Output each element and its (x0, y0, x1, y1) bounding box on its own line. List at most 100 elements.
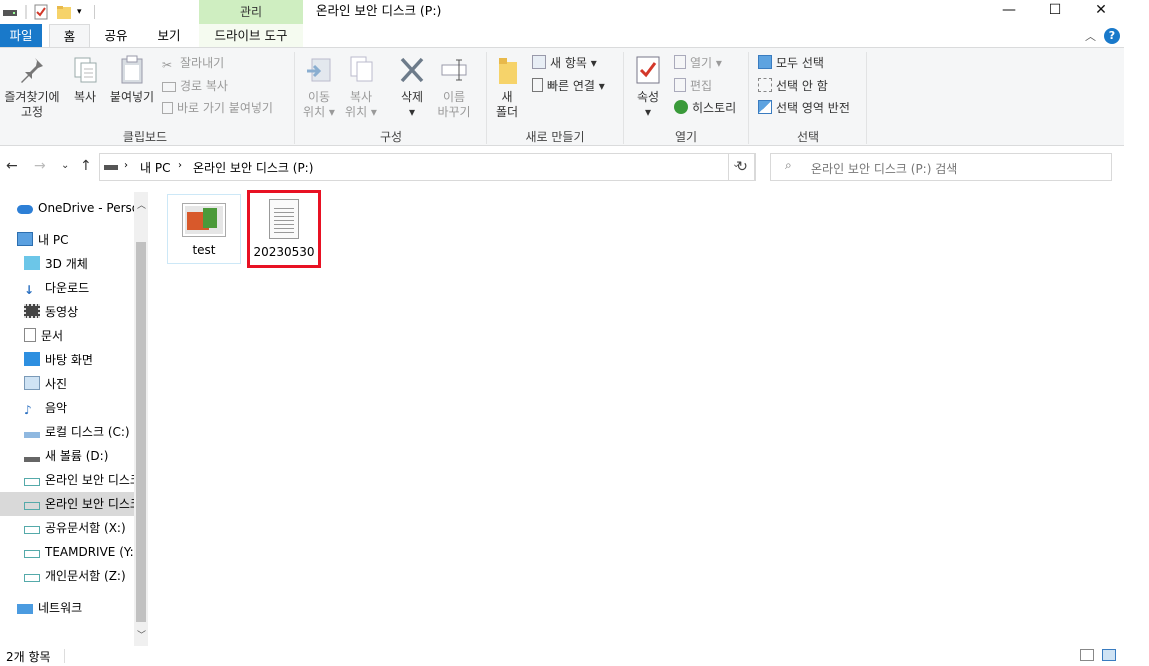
search-box[interactable]: ⌕ 온라인 보안 디스크 (P:) 검색 (770, 153, 1112, 181)
history-button[interactable]: 히스토리 (674, 98, 736, 118)
scroll-thumb[interactable] (136, 242, 146, 622)
new-folder-quick-icon[interactable] (56, 3, 72, 21)
new-folder-label-1: 새 (501, 90, 513, 104)
select-none-button[interactable]: 선택 안 함 (758, 76, 828, 96)
nav-item-personal-z[interactable]: 개인문서함 (Z:) (24, 564, 134, 588)
tab-home[interactable]: 홈 (49, 24, 90, 47)
ribbon-separator (866, 52, 867, 144)
nav-item-videos[interactable]: 동영상 (24, 300, 134, 324)
open-button[interactable]: 열기 ▾ (674, 53, 722, 73)
tab-drive-tools[interactable]: 드라이브 도구 (199, 24, 303, 47)
cloud-icon (17, 205, 33, 214)
scroll-up-icon[interactable]: ︿ (137, 198, 146, 211)
nav-label: 온라인 보안 디스크 (P:) (45, 497, 134, 511)
new-folder-icon (499, 58, 517, 84)
breadcrumb-chevron-icon: › (124, 160, 128, 171)
nav-item-network[interactable]: 네트워크 (17, 596, 134, 620)
edit-button[interactable]: 편집 (674, 76, 712, 96)
desktop-icon (24, 352, 40, 366)
nav-item-local-disk-c[interactable]: 로컬 디스크 (C:) (24, 420, 134, 444)
scissors-icon: ✂ (162, 58, 173, 72)
tab-view[interactable]: 보기 (148, 24, 190, 47)
computer-icon (17, 232, 33, 246)
help-icon[interactable]: ? (1104, 28, 1120, 44)
network-icon (17, 604, 33, 614)
open-label: 열기 ▾ (690, 56, 722, 70)
network-drive-icon (24, 526, 40, 534)
properties-arrow: ▾ (644, 105, 652, 119)
pin-label-2: 고정 (20, 105, 44, 119)
nav-item-3d-objects[interactable]: 3D 개체 (24, 252, 134, 276)
copy-to-button[interactable]: 복사 위치 ▾ (342, 54, 380, 120)
nav-item-secure-disk-p-selected[interactable]: 온라인 보안 디스크 (P:) (0, 492, 134, 516)
text-document-icon (269, 199, 299, 239)
tab-file[interactable]: 파일 (0, 24, 42, 47)
nav-label: 온라인 보안 디스크 (45, 473, 134, 487)
refresh-icon[interactable]: ↻ (728, 153, 756, 181)
scroll-down-icon[interactable]: ﹀ (137, 628, 146, 641)
file-item-20230530-highlighted[interactable]: 20230530 (247, 190, 321, 268)
collapse-ribbon-icon[interactable]: ︿ (1085, 28, 1096, 44)
paste-button[interactable]: 붙여넣기 (106, 54, 158, 105)
drive-icon (24, 457, 40, 462)
nav-item-volume-d[interactable]: 새 볼륨 (D:) (24, 444, 134, 468)
recent-locations-icon[interactable]: ⌄ (61, 160, 69, 171)
up-arrow-icon[interactable]: ↑ (80, 158, 92, 174)
invert-selection-button[interactable]: 선택 영역 반전 (758, 98, 850, 118)
new-item-button[interactable]: 새 항목 ▾ (532, 53, 597, 73)
large-icons-view-icon[interactable] (1102, 649, 1116, 661)
paste-shortcut-label: 바로 가기 붙여넣기 (177, 101, 273, 115)
download-arrow-icon: ↓ (24, 283, 35, 297)
navigation-pane: OneDrive - Personal 내 PC 3D 개체 ↓ 다운로드 동영상… (0, 192, 148, 646)
breadcrumb-this-pc[interactable]: 내 PC (140, 159, 170, 176)
cut-button[interactable]: ✂ 잘라내기 (162, 53, 224, 73)
properties-quick-icon[interactable] (33, 3, 49, 21)
copy-path-button[interactable]: 경로 복사 (162, 76, 228, 96)
nav-item-secure-disk[interactable]: 온라인 보안 디스크 (24, 468, 134, 492)
nav-item-this-pc[interactable]: 내 PC (17, 228, 134, 252)
forward-arrow-icon[interactable]: → (34, 158, 46, 174)
delete-label: 삭제 (400, 90, 424, 104)
nav-item-shared-x[interactable]: 공유문서함 (X:) (24, 516, 134, 540)
select-all-button[interactable]: 모두 선택 (758, 53, 824, 73)
organize-group-label: 구성 (379, 130, 403, 144)
paste-shortcut-button[interactable]: 바로 가기 붙여넣기 (162, 98, 273, 118)
nav-item-teamdrive-y[interactable]: TEAMDRIVE (Y:) (24, 540, 134, 564)
nav-item-pictures[interactable]: 사진 (24, 372, 134, 396)
easy-access-button[interactable]: 빠른 연결 ▾ (532, 76, 605, 96)
file-item-test[interactable]: test (167, 194, 241, 264)
address-bar[interactable]: › 내 PC › 온라인 보안 디스크 (P:) ⌄ (99, 153, 755, 181)
move-label-2: 위치 ▾ (303, 105, 335, 119)
history-icon (674, 100, 688, 114)
history-label: 히스토리 (692, 101, 737, 115)
nav-scrollbar[interactable]: ︿ ﹀ (134, 192, 148, 646)
details-view-icon[interactable] (1080, 649, 1094, 661)
nav-item-downloads[interactable]: ↓ 다운로드 (24, 276, 134, 300)
customize-toolbar-icon[interactable]: ▾ (77, 3, 87, 21)
nav-item-desktop[interactable]: 바탕 화면 (24, 348, 134, 372)
pin-to-quick-access-button[interactable]: 즐겨찾기에 고정 (2, 54, 62, 120)
back-arrow-icon[interactable]: ← (6, 158, 18, 174)
breadcrumb-drive[interactable]: 온라인 보안 디스크 (P:) (193, 159, 313, 176)
copy-button[interactable]: 복사 (68, 54, 102, 105)
new-folder-button[interactable]: 새 폴더 (490, 54, 524, 120)
delete-button[interactable]: 삭제 ▾ (394, 54, 430, 120)
nav-item-documents[interactable]: 문서 (24, 324, 134, 348)
nav-item-onedrive[interactable]: OneDrive - Personal (17, 196, 134, 220)
new-item-label: 새 항목 ▾ (550, 56, 597, 70)
drive-icon (2, 3, 18, 21)
nav-label: 다운로드 (45, 281, 90, 295)
tab-share[interactable]: 공유 (96, 24, 136, 47)
minimize-button[interactable]: — (986, 0, 1032, 22)
move-to-icon (307, 58, 331, 82)
rename-label-1: 이름 (442, 90, 466, 104)
move-to-button[interactable]: 이동 위치 ▾ (300, 54, 338, 120)
rename-button[interactable]: 이름 바꾸기 (434, 54, 474, 120)
image-thumbnail-icon (182, 203, 226, 237)
properties-button[interactable]: 속성 ▾ (630, 54, 666, 120)
close-button[interactable]: ✕ (1078, 0, 1124, 22)
manage-context-tab[interactable]: 관리 (199, 0, 303, 24)
nav-label: 사진 (45, 377, 68, 391)
maximize-button[interactable]: ☐ (1032, 0, 1078, 22)
nav-item-music[interactable]: ♪ 음악 (24, 396, 134, 420)
